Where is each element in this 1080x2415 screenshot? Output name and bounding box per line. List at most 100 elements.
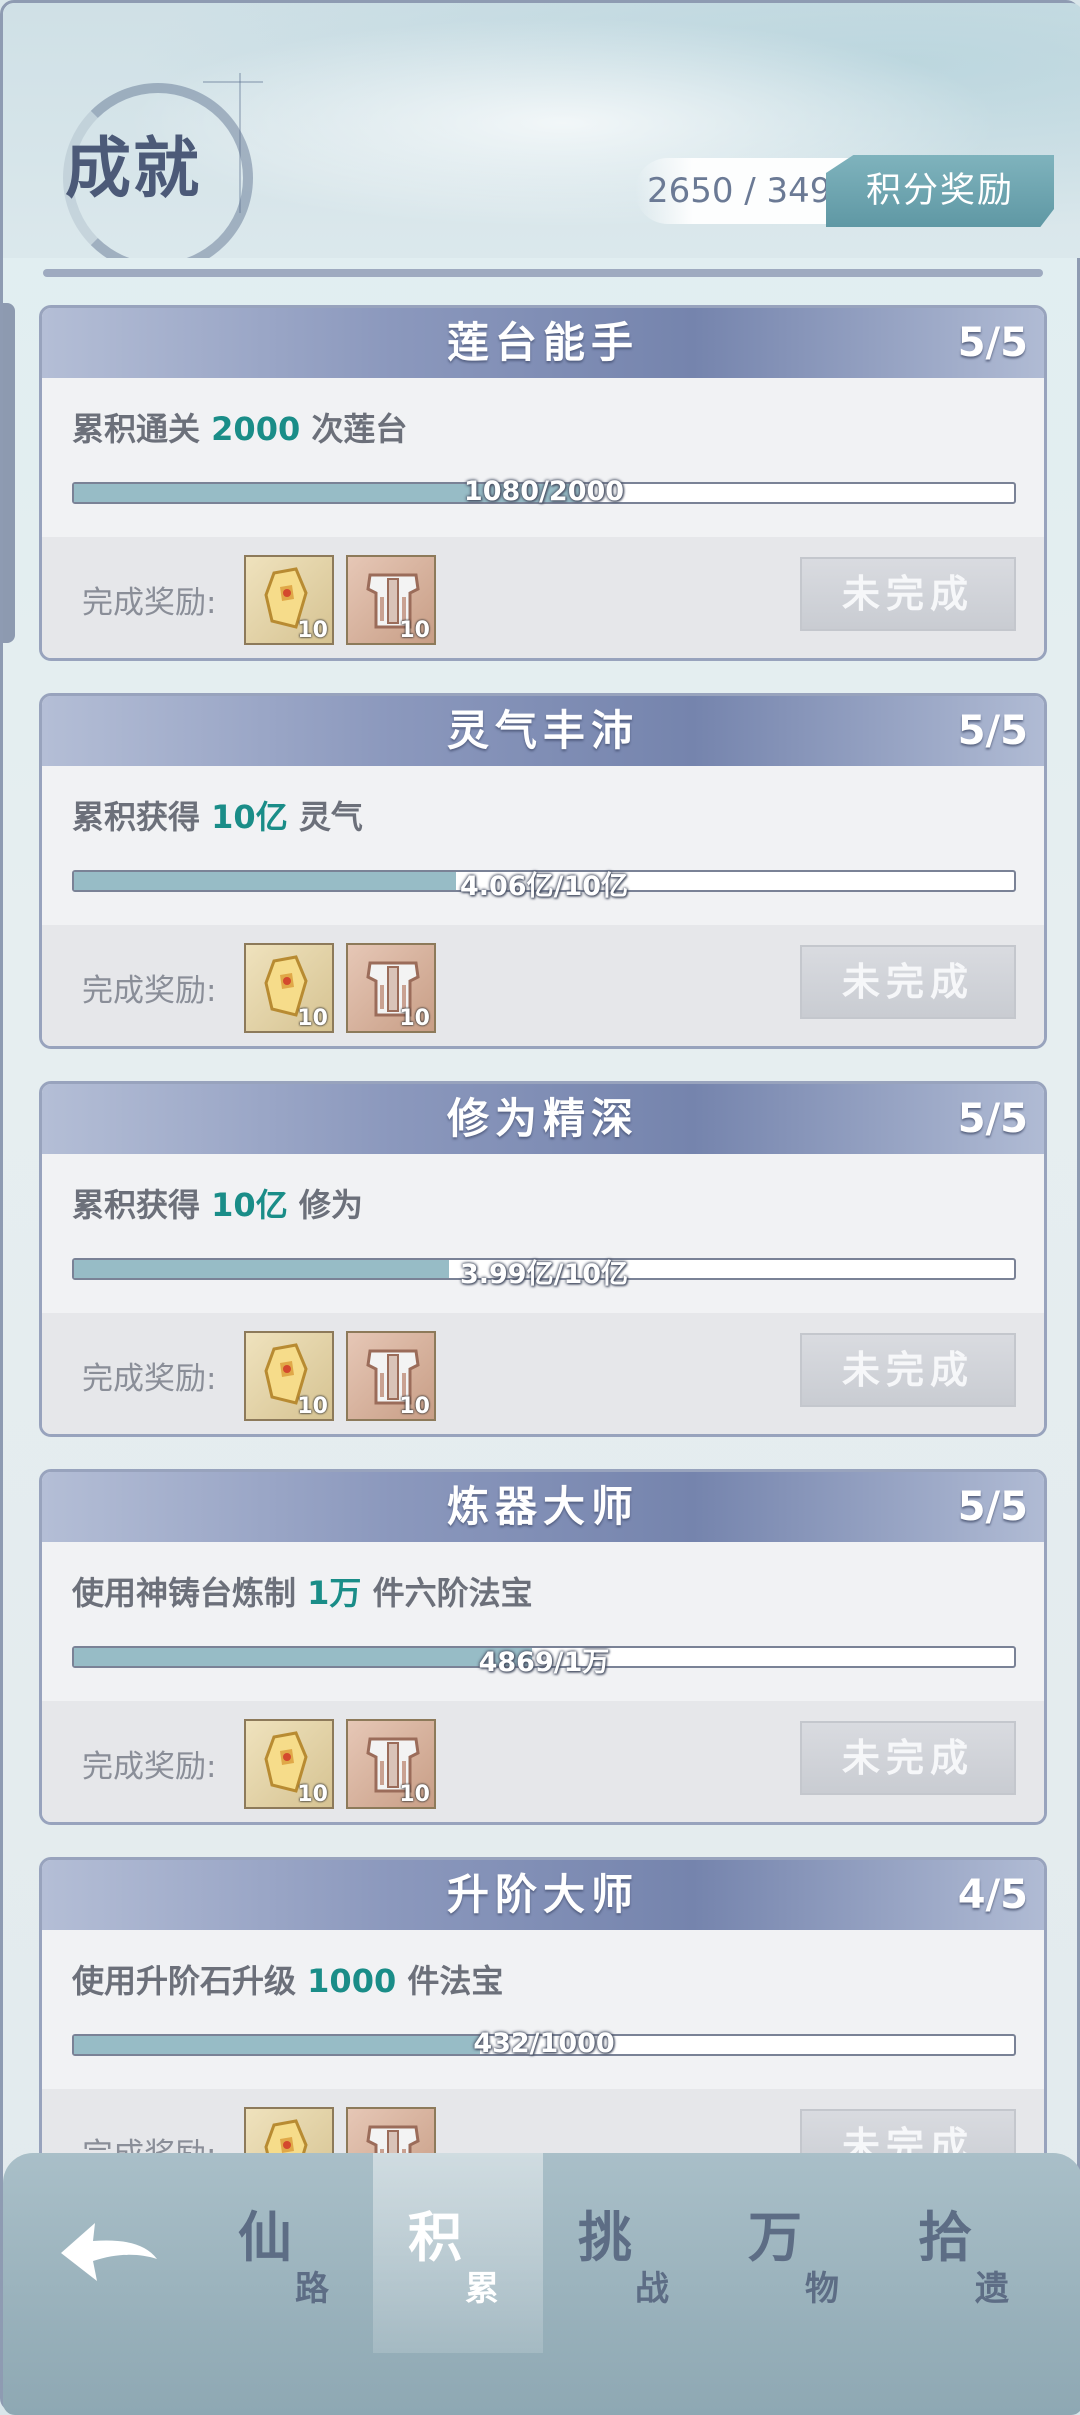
header: 成就 2650 / 3490 积分奖励: [3, 3, 1080, 258]
card-level: 5/5: [957, 1484, 1028, 1530]
reward-item-scroll[interactable]: 10: [244, 1331, 334, 1421]
claim-button[interactable]: 未完成: [800, 557, 1016, 631]
reward-area: 完成奖励: 10 10 未完成: [42, 1701, 1044, 1822]
card-description: 累积通关 2000 次莲台: [72, 404, 407, 450]
reward-item-armor[interactable]: 10: [346, 555, 436, 645]
card-title: 修为精深: [446, 1094, 639, 1143]
reward-count: 10: [399, 1394, 430, 1419]
card-title: 炼器大师: [446, 1482, 639, 1531]
tab-sublabel: 战: [635, 2269, 669, 2309]
reward-area: 完成奖励: 10 10 未完成: [42, 537, 1044, 658]
card-description: 使用升阶石升级 1000 件法宝: [72, 1956, 503, 2002]
tab-sublabel: 遗: [975, 2269, 1009, 2309]
back-arrow-icon: [61, 2223, 157, 2281]
reward-count: 10: [399, 1782, 430, 1807]
desc-target-value: 1万: [307, 1574, 362, 1612]
header-divider: [43, 269, 1043, 277]
progress-bar: 432/1000: [72, 2028, 1016, 2059]
progress-text: 432/1000: [473, 2028, 615, 2059]
achievement-card: 炼器大师 5/5 使用神铸台炼制 1万 件六阶法宝 4869/1万 完成奖励: …: [39, 1469, 1047, 1825]
claim-button[interactable]: 未完成: [800, 945, 1016, 1019]
reward-item-scroll[interactable]: 10: [244, 943, 334, 1033]
claim-button[interactable]: 未完成: [800, 2109, 1016, 2153]
reward-area: 完成奖励: 10 10 未完成: [42, 2089, 1044, 2153]
tab-jilei[interactable]: 积 累: [373, 2153, 543, 2353]
progress-bar: 4.06亿/10亿: [72, 870, 1016, 902]
achievement-card: 莲台能手 5/5 累积通关 2000 次莲台 1080/2000 完成奖励: 1…: [39, 305, 1047, 661]
progress-text: 1080/2000: [463, 476, 625, 507]
points-reward-button[interactable]: 积分奖励: [826, 155, 1054, 227]
card-description: 累积获得 10亿 灵气: [72, 792, 363, 838]
reward-item-armor[interactable]: 10: [346, 1331, 436, 1421]
tab-sublabel: 路: [295, 2269, 329, 2309]
desc-text: 使用神铸台炼制: [72, 1574, 308, 1612]
card-description: 使用神铸台炼制 1万 件六阶法宝: [72, 1568, 533, 1614]
card-level: 5/5: [957, 320, 1028, 366]
progress-text: 3.99亿/10亿: [459, 1259, 629, 1290]
reward-item-armor[interactable]: 10: [346, 1719, 436, 1809]
reward-count: 10: [399, 1006, 430, 1031]
reward-label: 完成奖励:: [82, 2129, 216, 2153]
progress-bar: 3.99亿/10亿: [72, 1258, 1016, 1290]
tab-label: 拾: [918, 2205, 972, 2269]
progress-text: 4869/1万: [478, 1647, 610, 1678]
reward-item-scroll[interactable]: 10: [244, 555, 334, 645]
page-title: 成就: [65, 129, 201, 207]
claim-button[interactable]: 未完成: [800, 1333, 1016, 1407]
desc-text: 累积获得: [72, 798, 212, 836]
reward-area: 完成奖励: 10 10 未完成: [42, 1313, 1044, 1434]
reward-item-armor[interactable]: 10: [346, 2107, 436, 2153]
card-level: 5/5: [957, 708, 1028, 754]
desc-target-value: 10亿: [211, 1186, 288, 1224]
reward-area: 完成奖励: 10 10 未完成: [42, 925, 1044, 1046]
card-title: 莲台能手: [446, 318, 639, 367]
tab-label: 万: [748, 2205, 802, 2269]
tab-label: 挑: [578, 2205, 632, 2269]
scroll-icon: [264, 2119, 308, 2153]
reward-label: 完成奖励:: [82, 1749, 217, 1785]
tab-xianlu[interactable]: 仙 路: [203, 2153, 373, 2353]
reward-label: 完成奖励:: [82, 585, 217, 621]
bottom-nav: 仙 路 积 累 挑 战 万 物 拾 遗: [3, 2153, 1080, 2415]
card-level: 5/5: [957, 1096, 1028, 1142]
reward-count: 10: [297, 618, 328, 643]
armor-icon: [366, 2125, 420, 2153]
reward-item-scroll[interactable]: 10: [244, 1719, 334, 1809]
progress-bar: 1080/2000: [72, 476, 1016, 507]
achievement-card: 灵气丰沛 5/5 累积获得 10亿 灵气 4.06亿/10亿 完成奖励: 10 …: [39, 693, 1047, 1049]
reward-count: 10: [297, 1782, 328, 1807]
desc-target-value: 1000: [307, 1962, 397, 2000]
reward-label: 完成奖励:: [82, 973, 217, 1009]
desc-text: 累积通关: [72, 410, 212, 448]
card-title: 灵气丰沛: [446, 706, 639, 755]
reward-item-scroll[interactable]: 10: [244, 2107, 334, 2153]
progress-text: 4.06亿/10亿: [459, 871, 629, 902]
desc-target-value: 2000: [211, 410, 301, 448]
reward-count: 10: [399, 618, 430, 643]
achievement-panel: 莲台能手 5/5 累积通关 2000 次莲台 1080/2000 完成奖励: 1…: [0, 0, 1080, 2415]
card-description: 累积获得 10亿 修为: [72, 1180, 363, 1226]
achievement-card: 升阶大师 4/5 使用升阶石升级 1000 件法宝 432/1000 完成奖励:…: [39, 1857, 1047, 2153]
reward-item-armor[interactable]: 10: [346, 943, 436, 1033]
desc-text: 灵气: [287, 798, 363, 836]
decoration-line: [239, 73, 241, 213]
tab-wanwu[interactable]: 万 物: [713, 2153, 883, 2353]
reward-label: 完成奖励:: [82, 1361, 217, 1397]
achievement-card: 修为精深 5/5 累积获得 10亿 修为 3.99亿/10亿 完成奖励: 10 …: [39, 1081, 1047, 1437]
tab-tiaozhan[interactable]: 挑 战: [543, 2153, 713, 2353]
card-level: 4/5: [957, 1872, 1028, 1918]
tab-label: 积: [408, 2205, 462, 2269]
reward-count: 10: [297, 1006, 328, 1031]
desc-text: 修为: [287, 1186, 363, 1224]
card-title: 升阶大师: [446, 1870, 639, 1919]
achievement-list[interactable]: 莲台能手 5/5 累积通关 2000 次莲台 1080/2000 完成奖励: 1…: [3, 3, 1080, 2153]
desc-text: 件六阶法宝: [361, 1574, 533, 1612]
side-scroll-handle[interactable]: [3, 303, 15, 643]
progress-bar: 4869/1万: [72, 1646, 1016, 1678]
tab-shiyi[interactable]: 拾 遗: [883, 2153, 1053, 2353]
desc-text: 累积获得: [72, 1186, 212, 1224]
desc-text: 件法宝: [396, 1962, 504, 2000]
claim-button[interactable]: 未完成: [800, 1721, 1016, 1795]
back-button[interactable]: [53, 2213, 163, 2293]
tab-label: 仙: [238, 2205, 292, 2269]
